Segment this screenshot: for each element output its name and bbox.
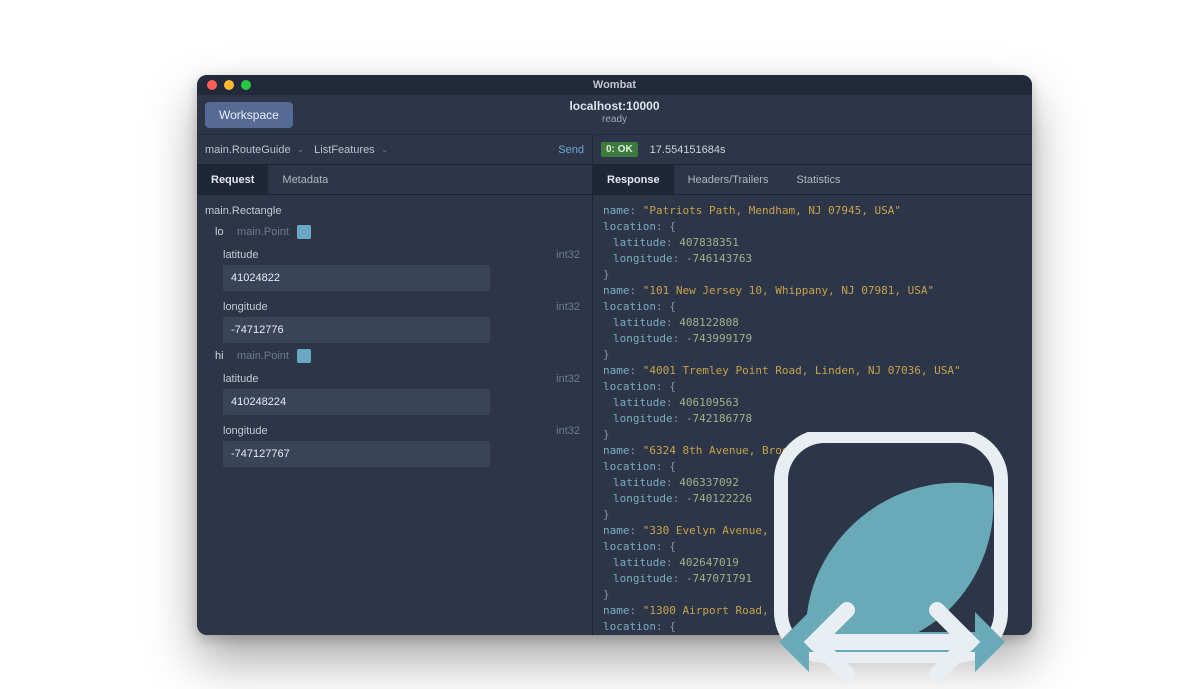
service-selector[interactable]: main.RouteGuide ⌄ xyxy=(205,144,304,156)
app-title: Wombat xyxy=(593,79,636,91)
field-hi-type: main.Point xyxy=(237,350,289,362)
lo-lon-label: longitude xyxy=(223,301,268,313)
field-lo-label: lo xyxy=(215,226,229,238)
field-lo-header: lo main.Point xyxy=(215,225,584,239)
service-name: main.RouteGuide xyxy=(205,144,291,156)
hi-lat-input[interactable] xyxy=(223,389,490,415)
hi-lon-label: longitude xyxy=(223,425,268,437)
field-lo-toggle[interactable] xyxy=(297,225,311,239)
tab-request[interactable]: Request xyxy=(197,165,268,194)
send-button[interactable]: Send xyxy=(558,144,584,156)
address-block: localhost:10000 ready xyxy=(197,99,1032,125)
left-tabs: Request Metadata xyxy=(197,165,592,195)
lo-lon-type: int32 xyxy=(556,301,580,313)
lo-lat-input[interactable] xyxy=(223,265,490,291)
traffic-lights xyxy=(207,80,251,90)
lo-lon-input[interactable] xyxy=(223,317,490,343)
minimize-icon[interactable] xyxy=(224,80,234,90)
field-hi-header: hi main.Point xyxy=(215,349,584,363)
hi-lat-label: latitude xyxy=(223,373,258,385)
message-type: main.Rectangle xyxy=(205,205,584,217)
close-icon[interactable] xyxy=(207,80,217,90)
field-lo-type: main.Point xyxy=(237,226,289,238)
tab-statistics[interactable]: Statistics xyxy=(782,165,854,194)
response-timing: 17.554151684s xyxy=(650,144,726,156)
tab-metadata[interactable]: Metadata xyxy=(268,165,342,194)
status-badge: 0: OK xyxy=(601,142,638,157)
request-toolbar: main.RouteGuide ⌄ ListFeatures ⌄ Send xyxy=(197,135,592,165)
hi-lon-input[interactable] xyxy=(223,441,490,467)
hi-lon-type: int32 xyxy=(556,425,580,437)
response-statusbar: 0: OK 17.554151684s xyxy=(593,135,1032,165)
method-name: ListFeatures xyxy=(314,144,375,156)
chevron-down-icon: ⌄ xyxy=(297,144,305,155)
right-tabs: Response Headers/Trailers Statistics xyxy=(593,165,1032,195)
zoom-icon[interactable] xyxy=(241,80,251,90)
request-body: main.Rectangle lo main.Point latitude in… xyxy=(197,195,592,635)
lo-lat-type: int32 xyxy=(556,249,580,261)
chevron-down-icon: ⌄ xyxy=(381,144,389,155)
method-selector[interactable]: ListFeatures ⌄ xyxy=(314,144,388,156)
tab-response[interactable]: Response xyxy=(593,165,674,194)
header: Workspace localhost:10000 ready xyxy=(197,95,1032,135)
field-hi-label: hi xyxy=(215,350,229,362)
hi-lat-type: int32 xyxy=(556,373,580,385)
app-window: Wombat Workspace localhost:10000 ready m… xyxy=(197,75,1032,635)
titlebar: Wombat xyxy=(197,75,1032,95)
tab-headers[interactable]: Headers/Trailers xyxy=(674,165,783,194)
request-pane: main.RouteGuide ⌄ ListFeatures ⌄ Send Re… xyxy=(197,135,593,635)
response-body[interactable]: name: "Patriots Path, Mendham, NJ 07945,… xyxy=(593,195,1032,635)
lo-lat-label: latitude xyxy=(223,249,258,261)
response-pane: 0: OK 17.554151684s Response Headers/Tra… xyxy=(593,135,1032,635)
server-status: ready xyxy=(197,114,1032,125)
server-address: localhost:10000 xyxy=(197,99,1032,113)
workspace-button[interactable]: Workspace xyxy=(205,102,293,128)
field-hi-toggle[interactable] xyxy=(297,349,311,363)
